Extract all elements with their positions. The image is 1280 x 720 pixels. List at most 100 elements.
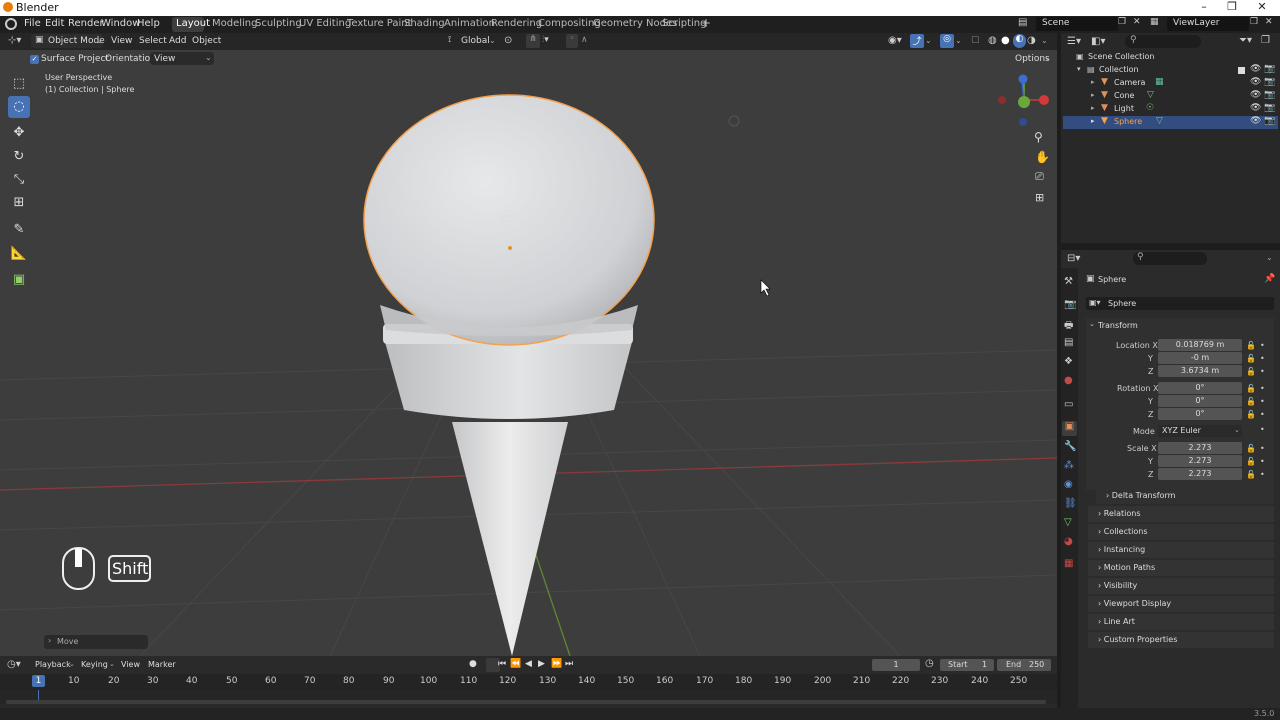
new-collection-icon[interactable]: ❐ — [1261, 35, 1270, 46]
delta-transform-section[interactable]: › Delta Transform — [1096, 488, 1274, 504]
gizmo-toggle-icon[interactable]: ⤴ — [910, 34, 924, 48]
section-motion-paths[interactable]: › Motion Paths — [1088, 560, 1274, 576]
overlays-icon[interactable]: ◎ — [940, 34, 954, 48]
jump-start-icon[interactable]: ⏮ — [498, 659, 506, 669]
timeline-menu-marker[interactable]: Marker — [148, 660, 176, 669]
new-viewlayer-icon[interactable]: ❐ — [1250, 17, 1262, 31]
outliner-row-light[interactable]: ▸ ▼ Light ☉ 👁 📷 — [1063, 103, 1278, 116]
tab-texture-paint[interactable]: Texture Paint — [347, 18, 412, 29]
zoom-icon[interactable]: ⚲ — [1034, 130, 1043, 144]
close-icon[interactable]: ✕ — [1252, 0, 1272, 13]
tool-tab-icon[interactable]: ⚒ — [1064, 276, 1073, 287]
tab-sculpting[interactable]: Sculpting — [255, 18, 302, 29]
minimize-icon[interactable]: – — [1194, 0, 1214, 13]
tab-shading[interactable]: Shading — [404, 18, 445, 29]
scale-x-field[interactable]: 2.273 — [1158, 442, 1242, 454]
expand-arrow-icon[interactable]: ▸ — [1091, 78, 1095, 86]
keyframe-dot-icon[interactable]: • • • — [1260, 382, 1265, 421]
playhead-frame-badge[interactable]: 1 — [32, 675, 45, 687]
eye-icon[interactable]: 👁 — [1250, 116, 1261, 126]
lock-icon[interactable]: 🔓 🔓 🔓 — [1246, 382, 1256, 421]
view-layer-tab-icon[interactable]: ▤ — [1064, 337, 1073, 348]
move-tool-icon[interactable]: ✥ — [8, 122, 30, 144]
keyframe-dot-icon[interactable]: • • • — [1260, 339, 1265, 378]
select-box-tool-icon[interactable]: ⬚ — [8, 73, 30, 95]
ortho-grid-icon[interactable]: ⊞ — [1035, 191, 1044, 204]
scene-icon[interactable]: ▤ — [1018, 17, 1034, 31]
transform-tool-icon[interactable]: ⊞ — [8, 192, 30, 214]
timeline-menu-playback[interactable]: Playback — [35, 660, 71, 669]
camera-render-icon[interactable]: 📷 — [1264, 64, 1275, 74]
rotate-tool-icon[interactable]: ↻ — [8, 146, 30, 168]
camera-render-icon[interactable]: 📷 — [1264, 116, 1275, 126]
navigation-gizmo[interactable] — [995, 72, 1055, 130]
scale-z-field[interactable]: 2.273 — [1158, 468, 1242, 480]
add-workspace-icon[interactable]: + — [701, 16, 711, 30]
snap-icon[interactable]: ⋔ — [526, 34, 540, 48]
editor-type-icon[interactable]: ⊹▾ — [8, 35, 21, 46]
outliner-row-camera[interactable]: ▸ ▼ Camera ▦ 👁 📷 — [1063, 77, 1278, 90]
falloff-icon[interactable]: ∧ — [581, 35, 588, 45]
filter-icon[interactable]: ⏷▾ — [1239, 35, 1252, 46]
eye-icon[interactable]: 👁 — [1250, 103, 1261, 113]
surface-project-checkbox[interactable]: ✓ — [30, 55, 39, 64]
tab-uv-editing[interactable]: UV Editing — [299, 18, 351, 29]
scale-tool-icon[interactable]: ⤡ — [8, 169, 30, 191]
measure-tool-icon[interactable]: 📐 — [8, 243, 30, 265]
camera-render-icon[interactable]: 📷 — [1264, 103, 1275, 113]
section-visibility[interactable]: › Visibility — [1088, 578, 1274, 594]
collection-checkbox[interactable] — [1238, 67, 1245, 74]
select-circle-tool-icon[interactable]: ◌ — [8, 96, 30, 118]
chevron-down-icon[interactable]: ⌄ — [1089, 320, 1095, 328]
outliner-editor-icon[interactable]: ☰▾ — [1067, 36, 1081, 47]
menu-edit[interactable]: Edit — [45, 18, 64, 29]
annotate-tool-icon[interactable]: ✎ — [8, 219, 30, 241]
proportional-edit-icon[interactable]: ◦ — [566, 34, 578, 48]
play-icon[interactable]: ▶ — [538, 659, 545, 669]
lock-icon[interactable]: 🔓 🔓 🔓 — [1246, 442, 1256, 481]
collection-tab-icon[interactable]: ▭ — [1064, 399, 1073, 410]
camera-render-icon[interactable]: 📷 — [1264, 77, 1275, 87]
new-scene-icon[interactable]: ❐ — [1118, 17, 1130, 31]
vp-menu-object[interactable]: Object — [192, 36, 221, 46]
timeline-editor-icon[interactable]: ◷▾ — [7, 659, 21, 670]
tab-modeling[interactable]: Modeling — [212, 18, 258, 29]
keyframe-dot-icon[interactable]: • — [1260, 425, 1265, 434]
play-reverse-icon[interactable]: ◀ — [525, 659, 532, 669]
menu-help[interactable]: Help — [137, 18, 160, 29]
object-tab-icon[interactable]: ▣ — [1062, 421, 1077, 436]
section-custom-properties[interactable]: › Custom Properties — [1088, 632, 1274, 648]
transform-orientation[interactable]: Global — [461, 36, 490, 46]
material-shading-icon[interactable]: ◐ — [1013, 34, 1026, 48]
texture-tab-icon[interactable]: ▦ — [1064, 558, 1073, 569]
viewlayer-icon[interactable]: ▦ — [1150, 17, 1166, 31]
wireframe-shading-icon[interactable]: ◍ — [988, 35, 997, 46]
outliner-row-collection[interactable]: ▾ ▤ Collection 👁 📷 — [1063, 64, 1278, 77]
scene-tab-icon[interactable]: ❖ — [1064, 356, 1073, 367]
vp-menu-select[interactable]: Select — [139, 36, 167, 46]
constraints-tab-icon[interactable]: ⛓ — [1064, 498, 1077, 509]
section-line-art[interactable]: › Line Art — [1088, 614, 1274, 630]
output-tab-icon[interactable]: 🖶 — [1064, 318, 1073, 335]
material-tab-icon[interactable]: ◕ — [1064, 536, 1073, 547]
expand-arrow-icon[interactable]: ▸ — [1091, 91, 1095, 99]
maximize-icon[interactable]: ❐ — [1222, 0, 1242, 13]
delete-scene-icon[interactable]: ✕ — [1133, 17, 1145, 31]
physics-tab-icon[interactable]: ◉ — [1064, 479, 1073, 490]
properties-editor-icon[interactable]: ⊟▾ — [1067, 253, 1080, 264]
camera-render-icon[interactable]: 📷 — [1264, 90, 1275, 100]
keyframe-dot-icon[interactable]: • • • — [1260, 442, 1265, 481]
solid-shading-icon[interactable]: ● — [1001, 35, 1010, 46]
camera-view-icon[interactable]: ⎚ — [1035, 170, 1044, 184]
rotation-x-field[interactable]: 0° — [1158, 382, 1242, 394]
timeline-scrollbar[interactable] — [6, 700, 1046, 704]
current-frame-field[interactable]: 1 — [872, 659, 920, 671]
chevron-down-icon[interactable]: ⌄ — [1266, 253, 1273, 262]
rotation-z-field[interactable]: 0° — [1158, 408, 1242, 420]
render-tab-icon[interactable]: 📷 — [1064, 299, 1076, 310]
eye-icon[interactable]: 👁 — [1250, 64, 1261, 74]
display-mode-icon[interactable]: ◧▾ — [1091, 36, 1105, 47]
expand-arrow-icon[interactable]: ▸ — [1091, 117, 1095, 125]
location-z-field[interactable]: 3.6734 m — [1158, 365, 1242, 377]
eye-icon[interactable]: 👁 — [1250, 90, 1261, 100]
